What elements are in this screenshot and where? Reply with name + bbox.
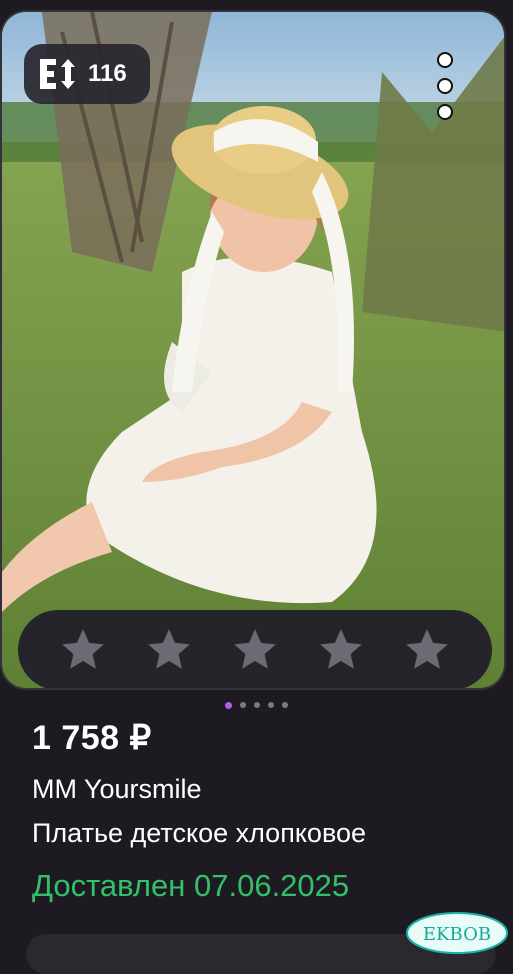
product-title[interactable]: Платье детское хлопковое — [32, 818, 366, 849]
star-icon[interactable] — [316, 625, 366, 675]
carousel-dot — [240, 702, 246, 708]
size-arrows-icon — [40, 59, 75, 89]
carousel-dot-active — [225, 701, 232, 709]
dot-icon — [437, 78, 453, 94]
rating-bar — [18, 610, 492, 688]
star-icon[interactable] — [402, 625, 452, 675]
star-icon[interactable] — [144, 625, 194, 675]
carousel-indicator — [0, 700, 513, 710]
dot-icon — [437, 104, 453, 120]
more-options-button[interactable] — [430, 52, 460, 120]
svg-text:EKBOB: EKBOB — [423, 924, 491, 945]
star-icon[interactable] — [58, 625, 108, 675]
star-icon[interactable] — [230, 625, 280, 675]
dot-icon — [437, 52, 453, 68]
delivery-status: Доставлен 07.06.2025 — [32, 868, 350, 903]
carousel-dot — [254, 702, 260, 708]
product-brand[interactable]: MM Yoursmile — [32, 774, 202, 805]
size-badge[interactable]: 116 — [24, 44, 150, 104]
watermark-logo: EKBOB — [406, 912, 508, 954]
carousel-dot — [282, 702, 288, 708]
carousel-dot — [268, 702, 274, 708]
product-photo[interactable]: 116 — [0, 10, 506, 690]
size-count: 116 — [88, 60, 127, 87]
product-price: 1 758 ₽ — [32, 719, 152, 757]
